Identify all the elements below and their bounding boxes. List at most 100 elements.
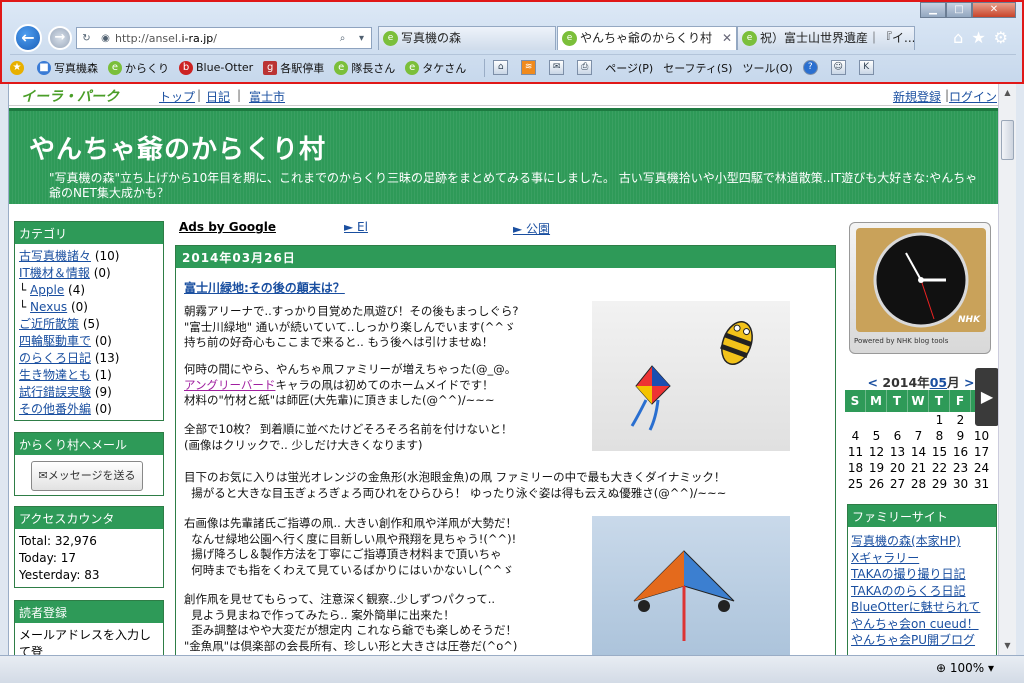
nav-top-link[interactable]: トップ (159, 88, 195, 105)
post-title[interactable]: 富士川緑地:その後の顛末は？ (184, 279, 345, 296)
fav-link-blue-otter[interactable]: b Blue-Otter (179, 60, 253, 75)
list-item: 生き物達とも (1) (19, 368, 112, 382)
category-link[interactable]: その他番外編 (19, 402, 91, 416)
angry-bird-link[interactable]: アングリーバード (184, 378, 275, 392)
category-link[interactable]: 生き物達とも (19, 368, 91, 382)
back-button[interactable]: ← (14, 24, 42, 52)
address-url[interactable]: http://ansel.i-ra.jp/ (115, 32, 333, 45)
list-item: 四輪駆動車で (0) (19, 334, 112, 348)
messenger-icon[interactable]: ☺ (830, 60, 849, 75)
kite-photo-2[interactable] (592, 516, 790, 655)
nav-separator: | (237, 88, 242, 102)
counter-today: Today: 17 (19, 551, 76, 565)
family-link[interactable]: BlueOtterに魅せられて (851, 599, 993, 616)
forward-button[interactable]: → (48, 26, 72, 50)
fav-link-kakueki[interactable]: g 各駅停車 (263, 60, 324, 76)
fav-link-taicho[interactable]: e 隊長さん (334, 60, 395, 76)
calendar-empty-cell (845, 412, 866, 428)
favorites-star-icon[interactable]: ★ (971, 28, 985, 47)
page-menu[interactable]: ページ(P) (605, 60, 653, 76)
minimize-button[interactable]: ▁ (920, 2, 946, 18)
home-command-icon[interactable]: ⌂ (493, 60, 511, 75)
post-date: 2014年03月26日 (176, 246, 835, 268)
scroll-down-icon[interactable]: ▼ (1001, 639, 1014, 653)
register-link[interactable]: 新規登録 (893, 88, 941, 105)
calendar-day: 9 (956, 429, 965, 443)
family-link[interactable]: やんちゃ会PU開ブログ (851, 632, 993, 649)
category-link[interactable]: Nexus (30, 300, 67, 314)
calendar-day: 12 (868, 445, 885, 459)
calendar-day: 19 (868, 461, 885, 475)
calendar-prev-link[interactable]: < (868, 375, 878, 390)
fav-link-karakuri[interactable]: e からくり (108, 60, 169, 76)
calendar-day: 16 (952, 445, 969, 459)
site-logo[interactable]: イーラ・パーク (21, 86, 119, 106)
calendar-next-link[interactable]: > (964, 375, 974, 390)
nav-fuji-link[interactable]: 富士市 (249, 88, 285, 105)
category-link[interactable]: 四輪駆動車で (19, 334, 91, 348)
kite-photo-1[interactable] (592, 301, 790, 451)
list-item: 古写真機諸々 (10) (19, 249, 120, 263)
calendar-year: 2014年 (882, 375, 930, 390)
vertical-scrollbar[interactable]: ▲ ▼ (998, 84, 1016, 655)
category-link[interactable]: ご近所散策 (19, 317, 79, 331)
category-link[interactable]: のらくろ日記 (19, 351, 91, 365)
favorites-star-add-icon[interactable]: ★ (10, 60, 27, 75)
rss-icon[interactable]: ≋ (521, 60, 539, 75)
zoom-icon: ⊕ (935, 661, 950, 675)
family-link[interactable]: Xギャラリー (851, 550, 993, 567)
family-sites-box: ファミリーサイト 写真機の森(本家HP) Xギャラリー TAKAの撮り撮り日記 … (847, 504, 997, 655)
blog-title[interactable]: やんちゃ爺のからくり村 (29, 129, 326, 166)
scrollbar-thumb[interactable] (1001, 120, 1014, 160)
refresh-icon[interactable]: ↻ (79, 31, 94, 46)
calendar-day: 25 (847, 477, 864, 491)
tab-fujisan[interactable]: e 祝）富士山世界遺産｜『イ... (737, 26, 915, 50)
ie-icon: e (383, 31, 398, 46)
category-link[interactable]: 試行錯誤実験 (19, 385, 91, 399)
counter-yesterday: Yesterday: 83 (19, 568, 100, 582)
close-window-button[interactable]: ✕ (972, 2, 1016, 18)
help-icon[interactable]: ? (802, 60, 821, 75)
maximize-button[interactable]: □ (946, 2, 972, 18)
ad-link-el[interactable]: ► El (344, 220, 368, 234)
dropdown-icon[interactable]: ▾ (354, 31, 369, 46)
calendar-day: 22 (931, 461, 948, 475)
home-icon[interactable]: ⌂ (953, 28, 963, 47)
family-link[interactable]: 写真機の森(本家HP) (851, 533, 993, 550)
web-page: イーラ・パーク トップ | 日記 | 富士市 新規登録 | ログイン やんちゃ爺… (8, 84, 998, 655)
fav-link-take[interactable]: e タケさん (405, 60, 466, 76)
gear-icon[interactable]: ⚙ (994, 28, 1008, 47)
nhk-clock-widget[interactable]: Powered by NHK blog tools NHK (849, 222, 991, 354)
family-link[interactable]: TAKAののらくろ日記 (851, 583, 993, 600)
mail-box: からくり村へメール ✉メッセージを送る (14, 432, 164, 496)
list-item: └ Apple (4) (19, 283, 86, 297)
ads-by-google-link[interactable]: Ads by Google (179, 220, 276, 234)
send-message-button[interactable]: ✉メッセージを送る (31, 461, 143, 491)
nav-diary-link[interactable]: 日記 (206, 88, 230, 105)
fav-link-shashinki[interactable]: ■ 写真機森 (37, 60, 98, 76)
calendar-day: 1 (935, 413, 944, 427)
mail-icon[interactable]: ✉ (549, 60, 567, 75)
search-icon[interactable]: ⌕ (335, 31, 350, 46)
category-link[interactable]: IT機材＆情報 (19, 266, 90, 280)
close-tab-icon[interactable]: ✕ (722, 27, 732, 49)
scroll-up-icon[interactable]: ▲ (1001, 86, 1014, 100)
family-link[interactable]: やんちゃ会on cueud！ (851, 616, 993, 633)
family-link[interactable]: TAKAの撮り撮り日記 (851, 566, 993, 583)
safety-menu[interactable]: セーフティ(S) (663, 60, 732, 76)
login-link[interactable]: ログイン (949, 88, 997, 105)
calendar-day: 7 (914, 429, 923, 443)
tools-menu[interactable]: ツール(O) (742, 60, 792, 76)
tab-shashinki[interactable]: e 写真機の森 (378, 26, 556, 50)
category-link[interactable]: 古写真機諸々 (19, 249, 91, 263)
calendar-month-link[interactable]: 05 (930, 375, 947, 390)
zoom-control[interactable]: ⊕ 100% ▾ (936, 661, 994, 675)
side-next-arrow-icon[interactable]: ▶ (975, 368, 998, 426)
tab-yancha[interactable]: e やんちゃ爺のからくり村 ✕ (557, 26, 737, 50)
k-icon[interactable]: K (858, 60, 877, 75)
calendar-day: 14 (910, 445, 927, 459)
address-bar[interactable]: ↻ ◉ http://ansel.i-ra.jp/ ⌕ ▾ (76, 27, 372, 49)
print-icon[interactable]: ⎙ (577, 60, 595, 75)
ad-link-park[interactable]: ► 公園 (513, 220, 550, 237)
category-link[interactable]: Apple (30, 283, 64, 297)
